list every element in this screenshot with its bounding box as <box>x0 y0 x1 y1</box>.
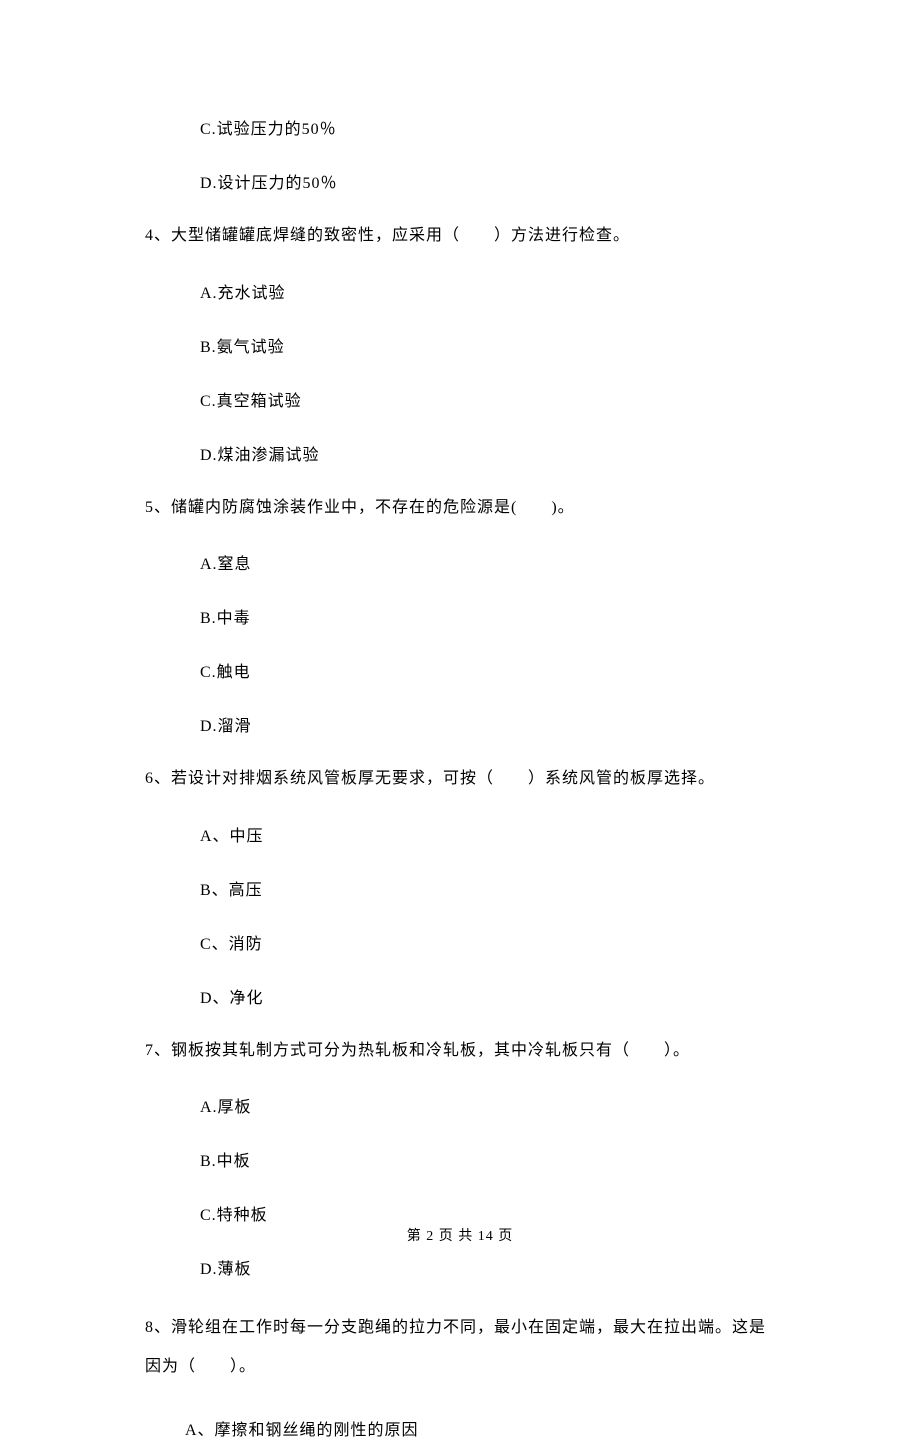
question-7-option-c: C.特种板 <box>145 1201 775 1225</box>
question-5-option-c: C.触电 <box>145 658 775 682</box>
question-4-option-d: D.煤油渗漏试验 <box>145 441 775 465</box>
question-8-option-a: A、摩擦和钢丝绳的刚性的原因 <box>145 1416 775 1440</box>
question-7-option-a: A.厚板 <box>145 1093 775 1117</box>
question-4-option-b: B.氨气试验 <box>145 333 775 357</box>
question-3-option-d: D.设计压力的50％ <box>145 169 775 193</box>
question-4-option-c: C.真空箱试验 <box>145 387 775 411</box>
question-5-option-a: A.窒息 <box>145 550 775 574</box>
question-7-option-b: B.中板 <box>145 1147 775 1171</box>
question-6-option-c: C、消防 <box>145 930 775 954</box>
question-6-option-d: D、净化 <box>145 984 775 1008</box>
question-6-text: 6、若设计对排烟系统风管板厚无要求，可按（ ）系统风管的板厚选择。 <box>145 766 775 792</box>
question-7-option-d: D.薄板 <box>145 1255 775 1279</box>
question-4-option-a: A.充水试验 <box>145 279 775 303</box>
question-3-option-c: C.试验压力的50％ <box>145 115 775 139</box>
question-5-option-b: B.中毒 <box>145 604 775 628</box>
question-7-text: 7、钢板按其轧制方式可分为热轧板和冷轧板，其中冷轧板只有（ ）。 <box>145 1038 775 1064</box>
question-5-option-d: D.溜滑 <box>145 712 775 736</box>
page-content: C.试验压力的50％ D.设计压力的50％ 4、大型储罐罐底焊缝的致密性，应采用… <box>0 0 920 1440</box>
question-5-text: 5、储罐内防腐蚀涂装作业中，不存在的危险源是( )。 <box>145 495 775 521</box>
question-6-option-a: A、中压 <box>145 822 775 846</box>
page-footer: 第 2 页 共 14 页 <box>0 1225 920 1245</box>
question-4-text: 4、大型储罐罐底焊缝的致密性，应采用（ ）方法进行检查。 <box>145 223 775 249</box>
question-6-option-b: B、高压 <box>145 876 775 900</box>
question-8-text: 8、滑轮组在工作时每一分支跑绳的拉力不同，最小在固定端，最大在拉出端。这是因为（… <box>145 1309 775 1386</box>
